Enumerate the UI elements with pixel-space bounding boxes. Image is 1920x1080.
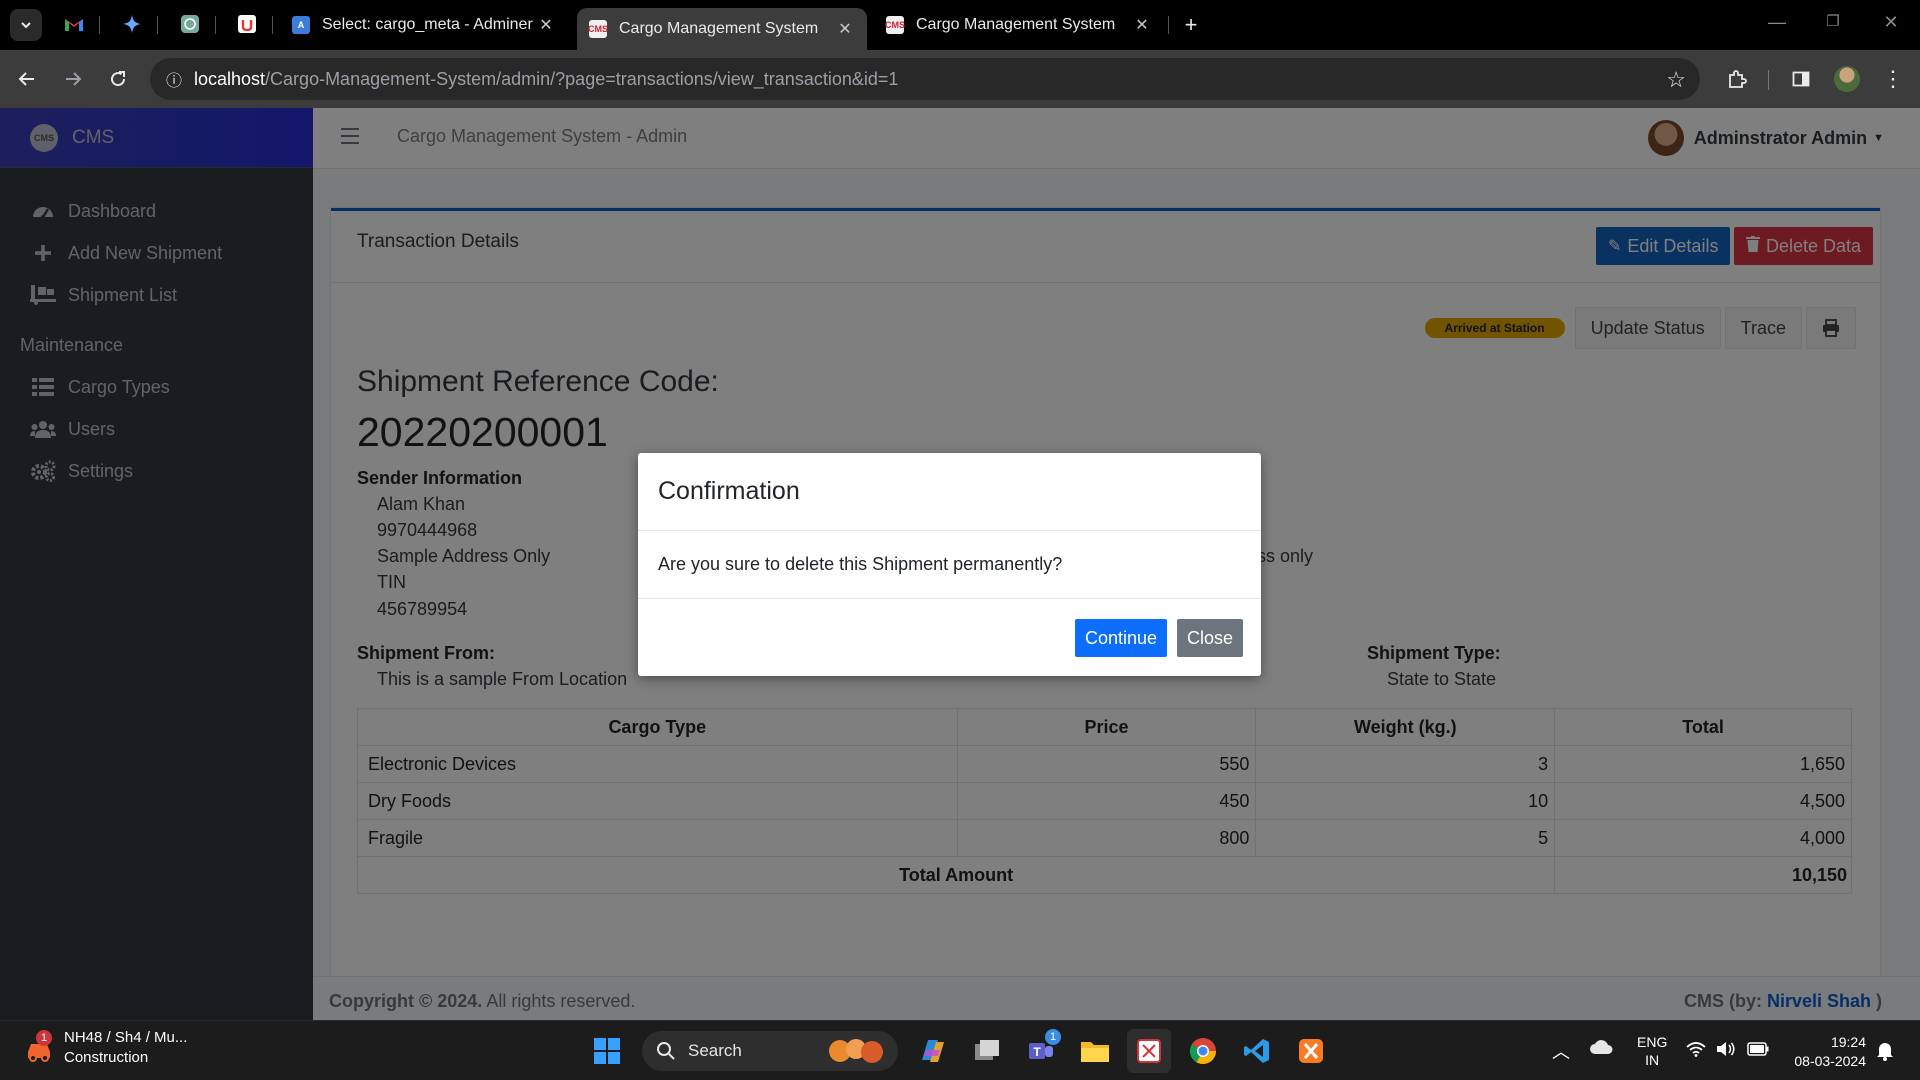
widget-line-1: NH48 / Sh4 / Mu... <box>64 1029 188 1046</box>
app-icon <box>238 15 256 33</box>
xampp-app[interactable] <box>1289 1029 1333 1073</box>
extensions-button[interactable] <box>1722 64 1752 94</box>
taskbar-search[interactable]: Search <box>642 1031 898 1071</box>
onedrive-icon[interactable] <box>1589 1039 1613 1059</box>
browser-menu-button[interactable]: ⋮ <box>1878 64 1908 94</box>
tab-adminer[interactable]: A Select: cargo_meta - Adminer ✕ <box>280 8 568 42</box>
restore-button[interactable]: ❐ <box>1818 12 1848 30</box>
clock-date: 08-03-2024 <box>1794 1053 1866 1069</box>
copilot-app[interactable] <box>911 1029 955 1073</box>
notification-badge: 1 <box>1045 1029 1061 1045</box>
puzzle-icon <box>1729 70 1747 88</box>
widget-line-2: Construction <box>64 1049 149 1066</box>
pinned-tab-chatgpt[interactable] <box>176 10 204 38</box>
reload-button[interactable] <box>103 64 133 94</box>
plus-icon: + <box>1184 12 1198 37</box>
url-text: localhost/Cargo-Management-System/admin/… <box>194 69 898 90</box>
tab-cargo[interactable]: CMS Cargo Management System ✕ <box>874 8 1164 42</box>
continue-button[interactable]: Continue <box>1075 619 1168 657</box>
side-panel-icon <box>1792 71 1810 87</box>
chrome-app[interactable] <box>1181 1029 1225 1073</box>
battery-icon[interactable] <box>1747 1042 1769 1060</box>
new-tab-button[interactable]: + <box>1175 9 1207 41</box>
url-host: localhost <box>194 68 266 89</box>
region-code: IN <box>1645 1052 1660 1068</box>
back-button[interactable] <box>12 64 42 94</box>
snipping-tool-app[interactable] <box>1127 1029 1171 1073</box>
cms-favicon-icon: CMS <box>588 20 608 38</box>
windows-icon <box>594 1038 620 1064</box>
profile-avatar <box>1834 66 1860 92</box>
site-info-icon[interactable]: ⓘ <box>154 67 194 91</box>
chevron-down-icon <box>21 22 31 29</box>
bookmark-star-icon[interactable]: ☆ <box>1666 67 1686 93</box>
pinned-tab-gemini[interactable] <box>118 10 146 38</box>
modal-message: Are you sure to delete this Shipment per… <box>638 531 1261 599</box>
windows-taskbar: 1 NH48 / Sh4 / Mu... Construction Search… <box>0 1020 1920 1080</box>
browser-tab-bar: A Select: cargo_meta - Adminer ✕ CMS Car… <box>0 0 1920 50</box>
tab-title: Select: cargo_meta - Adminer <box>322 16 533 33</box>
pinned-tab-app[interactable] <box>233 10 261 38</box>
arrow-right-icon <box>66 72 82 86</box>
side-panel-button[interactable] <box>1786 64 1816 94</box>
car-icon: 1 <box>22 1029 58 1066</box>
sparkle-icon <box>123 15 141 33</box>
notification-bell-icon[interactable] <box>1876 1041 1894 1065</box>
teams-app[interactable]: T 1 <box>1019 1029 1063 1073</box>
browser-toolbar: ⓘ localhost/Cargo-Management-System/admi… <box>0 50 1920 108</box>
tab-title: Cargo Management System <box>619 20 819 37</box>
chatgpt-icon <box>181 15 199 33</box>
reload-icon <box>111 71 126 87</box>
url-path: /Cargo-Management-System/admin/?page=tra… <box>265 68 899 89</box>
clock-time: 19:24 <box>1830 1034 1866 1050</box>
chrome-icon <box>1189 1038 1217 1065</box>
close-button[interactable]: Close <box>1177 619 1244 657</box>
address-bar[interactable]: ⓘ localhost/Cargo-Management-System/admi… <box>150 58 1700 100</box>
traffic-widget[interactable]: 1 NH48 / Sh4 / Mu... Construction <box>22 1029 187 1066</box>
language-indicator[interactable]: ENG IN <box>1637 1033 1667 1069</box>
profile-button[interactable] <box>1832 64 1862 94</box>
close-icon[interactable]: ✕ <box>536 15 556 35</box>
modal-title: Confirmation <box>638 453 1261 531</box>
start-button[interactable] <box>585 1029 629 1073</box>
kebab-menu-icon: ⋮ <box>1882 66 1904 91</box>
snipping-tool-icon <box>1137 1039 1161 1063</box>
task-view-app[interactable] <box>965 1029 1009 1073</box>
volume-icon[interactable] <box>1716 1041 1736 1061</box>
task-view-icon <box>975 1040 999 1060</box>
cms-favicon-icon: CMS <box>885 16 905 34</box>
close-icon[interactable]: ✕ <box>1132 15 1152 35</box>
copilot-icon <box>922 1040 944 1062</box>
tab-title: Cargo Management System <box>916 16 1116 33</box>
tray-overflow-icon[interactable]: ︿ <box>1552 1038 1570 1064</box>
arrow-left-icon <box>18 72 34 86</box>
close-window-button[interactable]: ✕ <box>1876 12 1906 33</box>
notification-badge: 1 <box>36 1029 52 1046</box>
gmail-icon <box>65 19 83 31</box>
search-label: Search <box>688 1041 742 1060</box>
wifi-icon[interactable] <box>1686 1041 1706 1061</box>
tab-cargo-active[interactable]: CMS Cargo Management System ✕ <box>577 8 867 50</box>
vscode-app[interactable] <box>1235 1029 1279 1073</box>
file-explorer-app[interactable] <box>1073 1029 1117 1073</box>
language-code: ENG <box>1637 1034 1668 1050</box>
search-icon <box>657 1042 675 1060</box>
svg-text:T: T <box>1033 1045 1041 1059</box>
close-icon[interactable]: ✕ <box>835 19 855 39</box>
adminer-icon: A <box>292 16 310 34</box>
forward-button[interactable] <box>58 64 88 94</box>
vscode-icon <box>1244 1039 1269 1063</box>
taskbar-apps: Search T 1 <box>580 1029 1338 1073</box>
confirmation-modal: Confirmation Are you sure to delete this… <box>638 453 1261 676</box>
web-page: CMS CMS Dashboard Add New Shipment Shi <box>0 108 1920 1020</box>
modal-footer: Continue Close <box>638 599 1261 675</box>
folder-icon <box>1081 1042 1109 1062</box>
tab-search-button[interactable] <box>10 9 42 41</box>
xampp-icon <box>1299 1039 1323 1063</box>
search-highlight-icon <box>829 1039 883 1063</box>
minimize-button[interactable]: — <box>1762 12 1792 33</box>
pinned-tab-gmail[interactable] <box>60 10 88 38</box>
clock[interactable]: 19:24 08-03-2024 <box>1786 1033 1866 1071</box>
